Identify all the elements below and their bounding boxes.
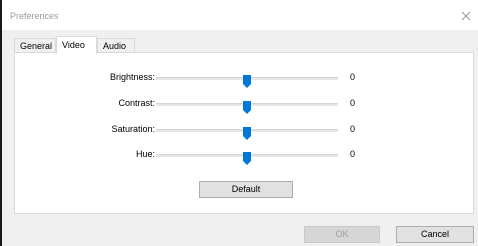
title-bar: Preferences <box>2 0 478 30</box>
close-icon[interactable] <box>460 10 472 22</box>
cancel-button[interactable]: Cancel <box>396 226 474 243</box>
saturation-slider[interactable] <box>156 127 338 140</box>
brightness-row: Brightness: 0 <box>15 71 475 88</box>
window-title: Preferences <box>10 11 59 21</box>
hue-slider-thumb[interactable] <box>243 152 251 165</box>
contrast-row: Contrast: 0 <box>15 97 475 114</box>
brightness-slider-thumb[interactable] <box>243 75 251 88</box>
tab-video[interactable]: Video <box>56 36 97 54</box>
tab-audio[interactable]: Audio <box>97 38 135 53</box>
saturation-label: Saturation: <box>111 124 155 134</box>
saturation-slider-thumb[interactable] <box>243 127 251 140</box>
hue-value: 0 <box>350 149 356 159</box>
hue-slider[interactable] <box>156 152 338 165</box>
contrast-slider[interactable] <box>156 101 338 114</box>
contrast-slider-thumb[interactable] <box>243 101 251 114</box>
video-settings-panel: Brightness: 0 Contrast: 0 Saturation: 0 … <box>14 52 474 214</box>
brightness-label: Brightness: <box>109 72 155 82</box>
contrast-label: Contrast: <box>118 98 155 108</box>
preferences-dialog: Preferences General Video Audio Brightne… <box>0 0 478 246</box>
brightness-value: 0 <box>350 72 356 82</box>
saturation-value: 0 <box>350 124 356 134</box>
hue-label: Hue: <box>135 149 155 159</box>
hue-row: Hue: 0 <box>15 148 475 165</box>
contrast-value: 0 <box>350 98 356 108</box>
ok-button[interactable]: OK <box>304 226 380 243</box>
brightness-slider[interactable] <box>156 75 338 88</box>
default-button[interactable]: Default <box>199 181 293 198</box>
tab-general[interactable]: General <box>14 38 56 53</box>
saturation-row: Saturation: 0 <box>15 123 475 140</box>
